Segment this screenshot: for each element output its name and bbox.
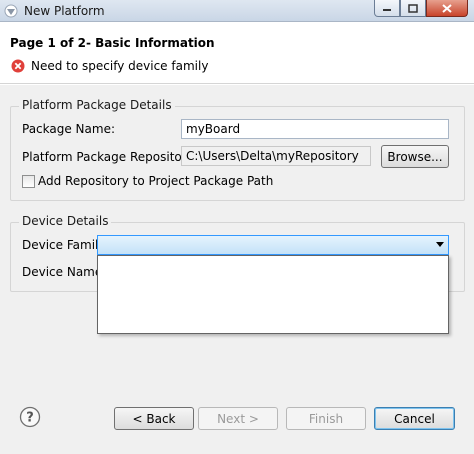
chevron-down-icon [436, 242, 444, 247]
window-title: New Platform [24, 4, 105, 18]
platform-package-group-title: Platform Package Details [19, 98, 175, 112]
device-family-dropdown-list[interactable] [97, 255, 449, 334]
repository-field[interactable]: C:\Users\Delta\myRepository [181, 146, 371, 166]
repository-label: Platform Package Repository: [22, 150, 197, 164]
device-family-label: Device Family [22, 238, 106, 252]
error-message: Need to specify device family [31, 59, 209, 73]
package-name-field[interactable]: myBoard [181, 119, 449, 139]
finish-button[interactable]: Finish [286, 407, 366, 430]
svg-text:?: ? [26, 411, 34, 426]
add-repository-checkbox[interactable] [22, 175, 35, 188]
maximize-icon [408, 3, 418, 13]
help-question-icon[interactable]: ? [19, 406, 41, 428]
package-name-label: Package Name: [22, 122, 115, 136]
browse-button[interactable]: Browse... [381, 145, 449, 168]
next-button[interactable]: Next > [198, 407, 278, 430]
window-controls [374, 0, 468, 18]
wizard-body: Platform Package Details Package Name: m… [0, 85, 474, 454]
eclipse-logo-icon [4, 4, 18, 18]
close-window-button[interactable] [426, 0, 468, 17]
maximize-button[interactable] [400, 0, 426, 17]
minimize-icon [383, 9, 391, 11]
device-name-label: Device Name [22, 265, 103, 279]
device-family-select[interactable] [97, 235, 449, 255]
wizard-header: Page 1 of 2- Basic Information Need to s… [0, 22, 474, 84]
page-title: Page 1 of 2- Basic Information [10, 36, 215, 50]
add-repository-label: Add Repository to Project Package Path [38, 174, 274, 188]
cancel-button[interactable]: Cancel [374, 407, 455, 430]
minimize-button[interactable] [374, 0, 400, 17]
error-x-icon [11, 59, 25, 73]
back-button[interactable]: < Back [114, 407, 194, 430]
close-icon [442, 3, 452, 13]
window-title-bar: New Platform [0, 0, 474, 22]
device-details-group-title: Device Details [19, 214, 112, 228]
